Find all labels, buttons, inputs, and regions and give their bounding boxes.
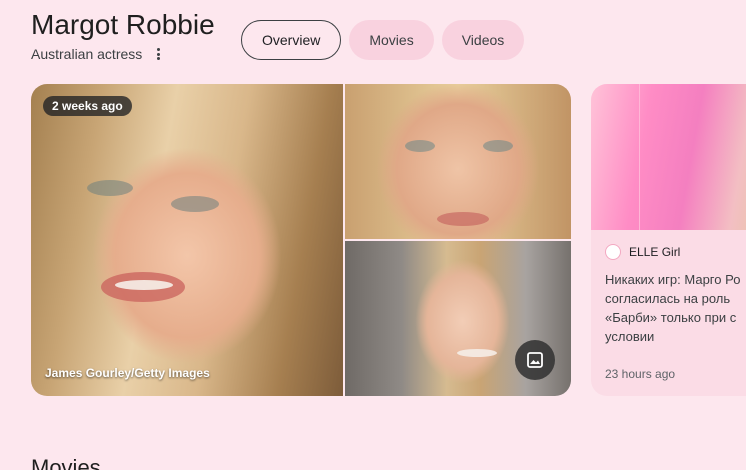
teeth xyxy=(115,280,173,290)
tab-bar: Overview Movies Videos xyxy=(241,20,525,60)
news-card[interactable]: ELLE Girl Никаких игр: Марго Ро согласил… xyxy=(591,84,746,396)
tab-movies[interactable]: Movies xyxy=(349,20,434,60)
news-thumbnail xyxy=(591,84,746,230)
news-source: ELLE Girl xyxy=(629,245,681,259)
image-gallery-button[interactable] xyxy=(515,340,555,380)
eye-right xyxy=(171,196,219,212)
tab-videos[interactable]: Videos xyxy=(441,20,525,60)
news-body: ELLE Girl Никаких игр: Марго Ро согласил… xyxy=(591,230,746,346)
eye-left xyxy=(87,180,133,196)
tab-overview[interactable]: Overview xyxy=(241,20,342,60)
image-gallery: 2 weeks ago James Gourley/Getty Images xyxy=(31,84,571,396)
time-badge: 2 weeks ago xyxy=(43,96,132,116)
knowledge-panel-header: Margot Robbie Australian actress xyxy=(31,8,215,62)
news-headline[interactable]: Никаких игр: Марго Ро согласилась на рол… xyxy=(605,270,746,346)
eye-left xyxy=(405,140,435,152)
image-credit: James Gourley/Getty Images xyxy=(45,366,210,380)
entity-description: Australian actress xyxy=(31,46,143,62)
side-image-bottom[interactable] xyxy=(345,241,571,396)
side-image-top[interactable] xyxy=(345,84,571,239)
section-heading: Movies xyxy=(31,455,101,470)
source-logo-icon xyxy=(605,244,621,260)
smile xyxy=(457,349,497,357)
eye-right xyxy=(483,140,513,152)
image-gallery-icon xyxy=(527,352,543,368)
news-source-row: ELLE Girl xyxy=(605,244,746,260)
news-time: 23 hours ago xyxy=(605,367,676,381)
more-options-icon[interactable] xyxy=(152,46,164,62)
entity-title: Margot Robbie xyxy=(31,9,215,40)
subtitle-row: Australian actress xyxy=(31,46,215,62)
lips xyxy=(437,212,489,226)
main-image[interactable]: 2 weeks ago James Gourley/Getty Images xyxy=(31,84,343,396)
